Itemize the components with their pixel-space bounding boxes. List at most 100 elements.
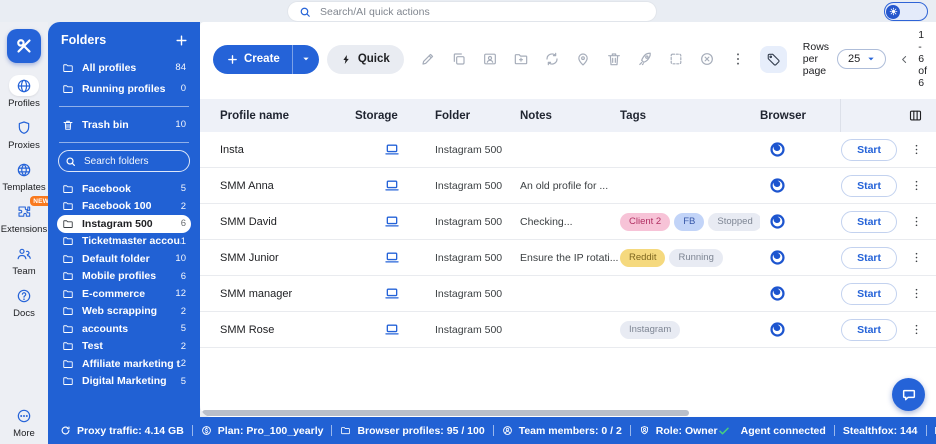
sidebar-item-label: Docs (13, 308, 35, 319)
column-header-notes[interactable]: Notes (520, 110, 620, 122)
column-header-folder[interactable]: Folder (435, 110, 520, 122)
folder-item-mobile-profiles[interactable]: Mobile profiles6 (57, 268, 191, 286)
folder-item-digital-marketing[interactable]: Digital Marketing5 (57, 373, 191, 391)
column-header-browser[interactable]: Browser (760, 110, 840, 122)
sidebar-item-profiles[interactable]: Profiles (0, 75, 48, 109)
browser-cell (760, 321, 840, 338)
table-row[interactable]: SMM AnnaInstagram 500An old profile for … (200, 168, 936, 204)
row-menu-button[interactable] (910, 251, 923, 264)
table-row[interactable]: InstaInstagram 500Start (200, 132, 936, 168)
folder-cell: Instagram 500 (435, 288, 520, 300)
folder-item-accounts[interactable]: accounts5 (57, 320, 191, 338)
template-globe-icon (9, 159, 39, 180)
start-button[interactable]: Start (841, 211, 897, 233)
folder-item-all-profiles[interactable]: All profiles84 (57, 57, 191, 78)
sidebar-item-label: Team (12, 266, 35, 277)
storage-cell (355, 142, 435, 158)
start-button[interactable]: Start (841, 247, 897, 269)
folder-item-ticketmaster-accou[interactable]: Ticketmaster accou...1 (57, 233, 191, 251)
sidebar-item-team[interactable]: Team (0, 243, 48, 277)
status-role: Role: Owner (639, 425, 718, 437)
column-header-profile-name[interactable]: Profile name (200, 110, 355, 122)
pin-icon[interactable] (575, 51, 591, 67)
folder-name: Running profiles (82, 83, 181, 95)
add-folder-button[interactable] (175, 34, 188, 47)
duplicate-icon[interactable] (451, 51, 467, 67)
sidebar-item-proxies[interactable]: Proxies (0, 117, 48, 151)
storage-cell (355, 322, 435, 338)
sync-icon[interactable] (544, 51, 560, 67)
profile-name-cell: SMM manager (200, 288, 355, 300)
profile-card-icon[interactable] (482, 51, 498, 67)
sidebar-item-templates[interactable]: Templates (0, 159, 48, 193)
divider (192, 425, 193, 436)
app-logo[interactable] (7, 29, 41, 63)
row-menu-button[interactable] (910, 215, 923, 228)
trash-bin-item[interactable]: Trash bin 10 (57, 114, 191, 135)
row-menu-button[interactable] (910, 179, 923, 192)
folder-item-facebook-100[interactable]: Facebook 1002 (57, 198, 191, 216)
plus-icon (175, 34, 188, 47)
folder-search[interactable] (58, 150, 190, 172)
folder-item-e-commerce[interactable]: E-commerce12 (57, 285, 191, 303)
start-button[interactable]: Start (841, 175, 897, 197)
toolbar: Create Quick Rows per page 25 (200, 22, 936, 95)
quick-button-label: Quick (358, 53, 390, 65)
cancel-icon[interactable] (699, 51, 715, 67)
edit-icon[interactable] (420, 51, 436, 67)
folder-item-default-folder[interactable]: Default folder10 (57, 250, 191, 268)
notes-cell: An old profile for ... (520, 180, 620, 192)
folder-count: 12 (175, 288, 186, 299)
sidebar-item-more[interactable]: More (0, 405, 48, 439)
global-search[interactable] (288, 2, 656, 21)
rows-per-page-select[interactable]: 25 (837, 49, 886, 69)
move-folder-icon[interactable] (513, 51, 529, 67)
delete-icon[interactable] (606, 51, 622, 67)
table-row[interactable]: SMM JuniorInstagram 500Ensure the IP rot… (200, 240, 936, 276)
folder-name: All profiles (82, 62, 175, 74)
folder-item-web-scrapping[interactable]: Web scrapping2 (57, 303, 191, 321)
folder-item-facebook[interactable]: Facebook5 (57, 180, 191, 198)
sidebar-item-extensions[interactable]: NEWExtensions (0, 201, 48, 235)
row-menu-button[interactable] (910, 287, 923, 300)
folder-item-running-profiles[interactable]: Running profiles0 (57, 78, 191, 99)
prev-page-button[interactable] (900, 55, 909, 64)
plan-icon (201, 425, 212, 436)
create-dropdown-button[interactable] (293, 55, 319, 63)
column-header-storage[interactable]: Storage (355, 110, 435, 122)
columns-icon[interactable] (908, 108, 923, 123)
nav-rail: Profiles Proxies Templates NEWExtensions Tea… (0, 22, 48, 444)
rows-per-page-label: Rows per page (803, 41, 829, 77)
table-row[interactable]: SMM manager Instagram 500 Start (200, 276, 936, 312)
tags-button[interactable] (760, 46, 787, 73)
row-menu-button[interactable] (910, 323, 923, 336)
folder-search-input[interactable] (82, 155, 183, 168)
people-icon (9, 243, 39, 264)
storage-cell (355, 286, 435, 302)
folder-name: Mobile profiles (82, 270, 181, 282)
column-header-tags[interactable]: Tags (620, 110, 760, 122)
plus-icon (227, 54, 238, 65)
row-menu-button[interactable] (910, 143, 923, 156)
start-button[interactable]: Start (841, 283, 897, 305)
start-button[interactable]: Start (841, 319, 897, 341)
select-area-icon[interactable] (668, 51, 684, 67)
trash-bin-label: Trash bin (82, 119, 175, 131)
profile-name-cell: Insta (200, 144, 355, 156)
horizontal-scrollbar[interactable] (202, 410, 689, 416)
table-row[interactable]: SMM RoseInstagram 500InstagramStart (200, 312, 936, 348)
search-input[interactable] (318, 5, 656, 19)
quick-button[interactable]: Quick (327, 45, 404, 74)
theme-toggle[interactable] (884, 2, 928, 21)
chat-support-button[interactable] (892, 378, 925, 411)
sidebar-item-docs[interactable]: Docs (0, 285, 48, 319)
folder-item-instagram-500[interactable]: Instagram 5006 (57, 215, 191, 233)
more-actions-icon[interactable] (730, 51, 746, 67)
folder-item-test[interactable]: Test2 (57, 338, 191, 356)
table-row[interactable]: SMM DavidInstagram 500Checking...Client … (200, 204, 936, 240)
folder-item-affiliate-marketing-t[interactable]: Affiliate marketing t...2 (57, 355, 191, 373)
rocket-icon[interactable] (637, 51, 653, 67)
start-button[interactable]: Start (841, 139, 897, 161)
create-button[interactable]: Create (213, 45, 319, 74)
notes-cell: Checking... (520, 216, 620, 228)
